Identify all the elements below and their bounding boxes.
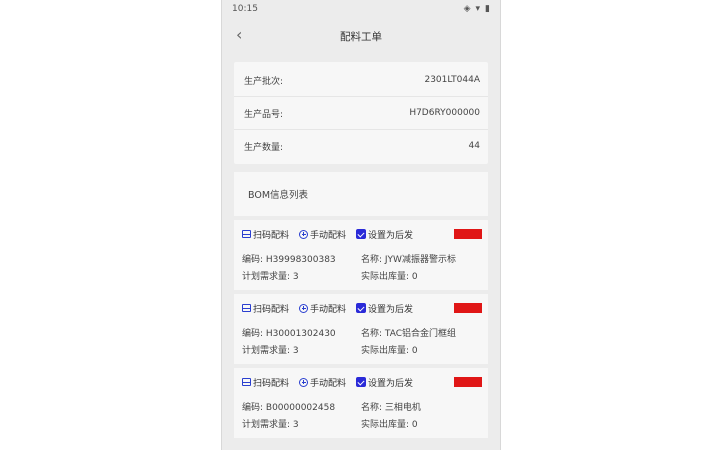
set-later-label: 设置为后发 (368, 378, 414, 389)
field-row: 编码: H39998300383 名称: JYW减振器警示标 (242, 250, 482, 267)
item-name: 名称: TAC铝合金门框组 (361, 329, 456, 339)
production-info-card: 生产批次: 2301LT044A 生产品号: H7D6RY000000 生产数量… (234, 62, 488, 164)
phone-screen: 10:15 ◈ ▾ ▮ ‹ 配料工单 生产批次: 2301LT044A 生产品号… (222, 0, 500, 450)
field-row: 计划需求量: 3 实际出库量: 0 (242, 415, 482, 432)
set-later-checkbox[interactable]: 设置为后发 (356, 376, 413, 389)
bom-item-fields: 编码: B00000002458 名称: 三相电机 计划需求量: 3 实际出库量… (242, 398, 482, 432)
status-tag[interactable] (454, 229, 482, 239)
item-code: 编码: H30001302430 (242, 329, 336, 339)
wifi-icon: ▾ (475, 4, 481, 14)
scan-batching-label: 扫码配料 (253, 304, 290, 315)
scan-batching-button[interactable]: 扫码配料 (242, 302, 289, 315)
bom-item-actions: 扫码配料 手动配料 设置为后发 (242, 374, 482, 390)
status-time: 10:15 (232, 4, 258, 14)
nav-bar: ‹ 配料工单 (222, 18, 500, 54)
back-arrow-icon[interactable]: ‹ (236, 27, 242, 43)
scan-icon (242, 304, 251, 312)
scan-batching-button[interactable]: 扫码配料 (242, 228, 289, 241)
field-row: 计划需求量: 3 实际出库量: 0 (242, 267, 482, 284)
plus-circle-icon (299, 229, 309, 239)
bom-item-actions: 扫码配料 手动配料 设置为后发 (242, 300, 482, 316)
checkbox-checked-icon (356, 377, 367, 387)
manual-batching-label: 手动配料 (310, 378, 347, 389)
info-value: H7D6RY000000 (409, 108, 480, 118)
set-later-label: 设置为后发 (368, 304, 414, 315)
manual-batching-label: 手动配料 (310, 230, 347, 241)
info-row-quantity: 生产数量: 44 (234, 130, 488, 162)
info-value: 2301LT044A (424, 75, 480, 85)
manual-batching-button[interactable]: 手动配料 (299, 376, 346, 389)
set-later-checkbox[interactable]: 设置为后发 (356, 302, 413, 315)
scan-batching-button[interactable]: 扫码配料 (242, 376, 289, 389)
item-name: 名称: JYW减振器警示标 (361, 255, 456, 265)
item-actual-qty: 实际出库量: 0 (361, 420, 418, 430)
info-label: 生产品号: (244, 109, 284, 120)
scan-icon (242, 378, 251, 386)
bom-item: 扫码配料 手动配料 设置为后发 编码: B00000002458 名称: 三相电… (234, 368, 488, 438)
info-value: 44 (468, 141, 480, 151)
status-tag[interactable] (454, 303, 482, 313)
plus-circle-icon (299, 377, 309, 387)
bom-list-header: BOM信息列表 (234, 172, 488, 216)
bom-item-actions: 扫码配料 手动配料 设置为后发 (242, 226, 482, 242)
set-later-label: 设置为后发 (368, 230, 414, 241)
location-icon: ◈ (463, 4, 471, 14)
info-row-product-no: 生产品号: H7D6RY000000 (234, 97, 488, 130)
bom-list-title: BOM信息列表 (248, 190, 309, 201)
manual-batching-button[interactable]: 手动配料 (299, 228, 346, 241)
status-bar: 10:15 ◈ ▾ ▮ (222, 0, 500, 18)
item-code: 编码: H39998300383 (242, 255, 336, 265)
field-row: 编码: B00000002458 名称: 三相电机 (242, 398, 482, 415)
bom-item: 扫码配料 手动配料 设置为后发 编码: H30001302430 名称: TAC… (234, 294, 488, 364)
checkbox-checked-icon (356, 303, 367, 313)
item-planned-qty: 计划需求量: 3 (242, 346, 299, 356)
checkbox-checked-icon (356, 229, 367, 239)
item-name: 名称: 三相电机 (361, 403, 421, 413)
bom-item-fields: 编码: H39998300383 名称: JYW减振器警示标 计划需求量: 3 … (242, 250, 482, 284)
item-actual-qty: 实际出库量: 0 (361, 272, 418, 282)
info-row-batch: 生产批次: 2301LT044A (234, 64, 488, 97)
status-tag[interactable] (454, 377, 482, 387)
manual-batching-button[interactable]: 手动配料 (299, 302, 346, 315)
item-actual-qty: 实际出库量: 0 (361, 346, 418, 356)
item-planned-qty: 计划需求量: 3 (242, 420, 299, 430)
info-label: 生产数量: (244, 142, 284, 153)
item-planned-qty: 计划需求量: 3 (242, 272, 299, 282)
info-label: 生产批次: (244, 76, 284, 87)
scan-icon (242, 230, 251, 238)
bom-item: 扫码配料 手动配料 设置为后发 编码: H39998300383 名称: JYW… (234, 220, 488, 290)
page-title: 配料工单 (340, 30, 382, 43)
item-code: 编码: B00000002458 (242, 403, 336, 413)
battery-icon: ▮ (485, 4, 490, 14)
manual-batching-label: 手动配料 (310, 304, 347, 315)
set-later-checkbox[interactable]: 设置为后发 (356, 228, 413, 241)
scan-batching-label: 扫码配料 (253, 230, 290, 241)
field-row: 编码: H30001302430 名称: TAC铝合金门框组 (242, 324, 482, 341)
scan-batching-label: 扫码配料 (253, 378, 290, 389)
field-row: 计划需求量: 3 实际出库量: 0 (242, 341, 482, 358)
bom-item-fields: 编码: H30001302430 名称: TAC铝合金门框组 计划需求量: 3 … (242, 324, 482, 358)
status-icons: ◈ ▾ ▮ (464, 4, 490, 14)
plus-circle-icon (299, 303, 309, 313)
